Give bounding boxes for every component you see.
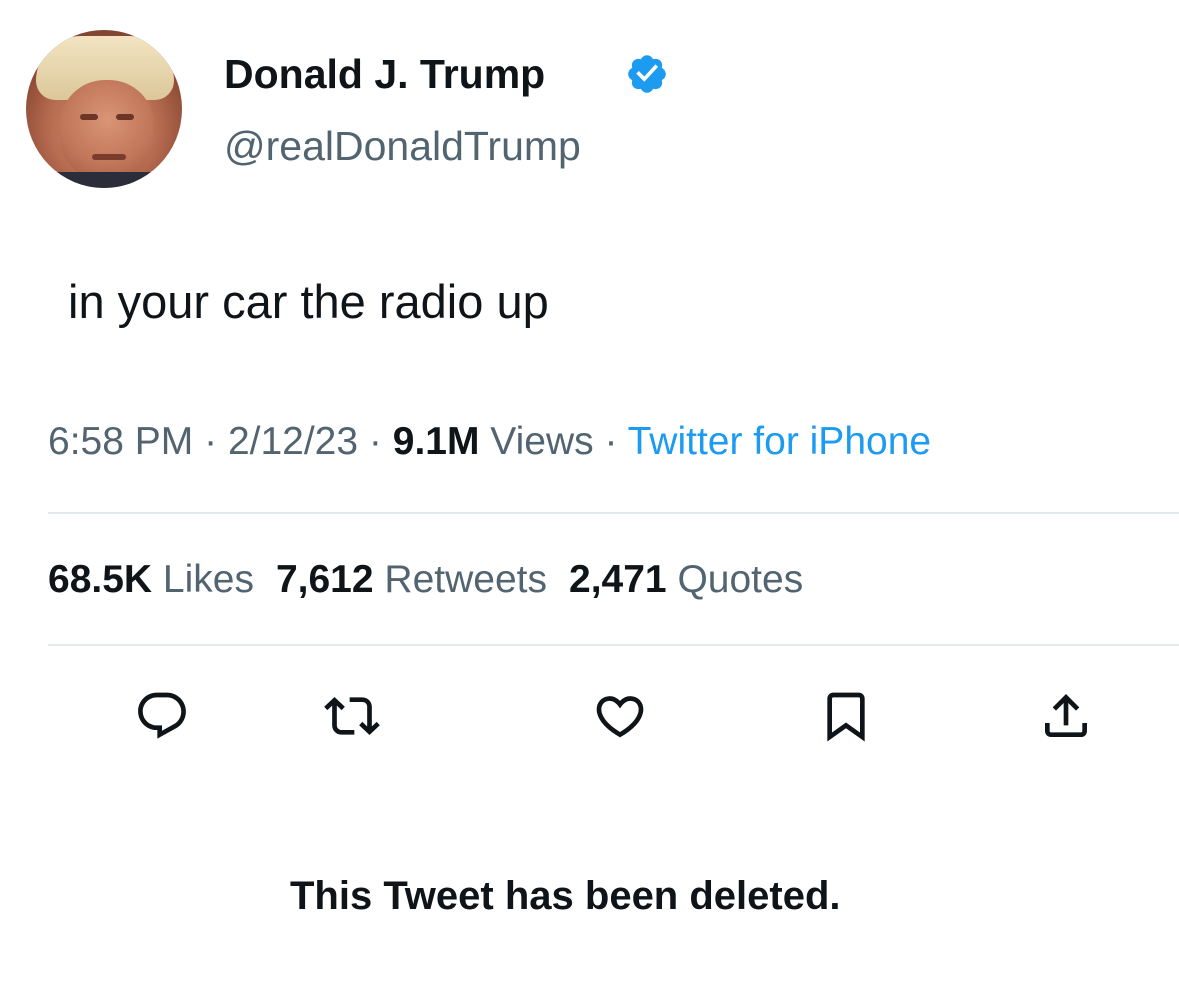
bookmark-icon (827, 692, 865, 742)
deleted-notice: This Tweet has been deleted. (290, 874, 841, 918)
verified-badge-icon (625, 52, 669, 96)
likes-count: 68.5K (48, 558, 153, 601)
views-count: 9.1M (392, 420, 480, 463)
reply-button[interactable] (134, 688, 190, 744)
avatar-left-eye (80, 114, 98, 120)
retweets-stat[interactable]: 7,612 Retweets (276, 558, 547, 601)
quotes-count: 2,471 (569, 558, 667, 601)
retweet-icon (324, 697, 380, 735)
divider (48, 512, 1179, 514)
retweets-label: Retweets (384, 558, 547, 601)
like-button[interactable] (592, 688, 648, 744)
bookmark-button[interactable] (818, 688, 874, 744)
like-icon (596, 696, 644, 738)
tweet-time[interactable]: 6:58 PM (48, 420, 193, 463)
avatar-mouth (92, 154, 126, 160)
retweet-button[interactable] (324, 688, 380, 744)
views-label: Views (490, 420, 594, 463)
share-button[interactable] (1038, 688, 1094, 744)
tweet-date[interactable]: 2/12/23 (228, 420, 358, 463)
tweet-stats: 68.5K Likes 7,612 Retweets 2,471 Quotes (48, 556, 803, 604)
avatar-right-eye (116, 114, 134, 120)
meta-separator: · (204, 420, 218, 463)
author-handle[interactable]: @realDonaldTrump (224, 122, 581, 170)
avatar-collar (26, 172, 182, 188)
author-display-name[interactable]: Donald J. Trump (224, 50, 545, 98)
tweet-meta: 6:58 PM · 2/12/23 · 9.1M Views · Twitter… (48, 418, 931, 466)
likes-label: Likes (162, 558, 254, 601)
quotes-stat[interactable]: 2,471 Quotes (569, 558, 803, 601)
share-icon (1045, 694, 1087, 737)
tweet-source-link[interactable]: Twitter for iPhone (628, 420, 931, 463)
quotes-label: Quotes (677, 558, 804, 601)
meta-separator: · (604, 420, 618, 463)
tweet-text: in your car the radio up (68, 275, 549, 328)
retweets-count: 7,612 (275, 558, 374, 601)
divider (48, 644, 1179, 646)
avatar[interactable] (26, 30, 182, 188)
reply-icon (138, 692, 186, 739)
avatar-face (60, 80, 154, 180)
likes-stat[interactable]: 68.5K Likes (48, 558, 254, 601)
meta-separator: · (368, 420, 382, 463)
